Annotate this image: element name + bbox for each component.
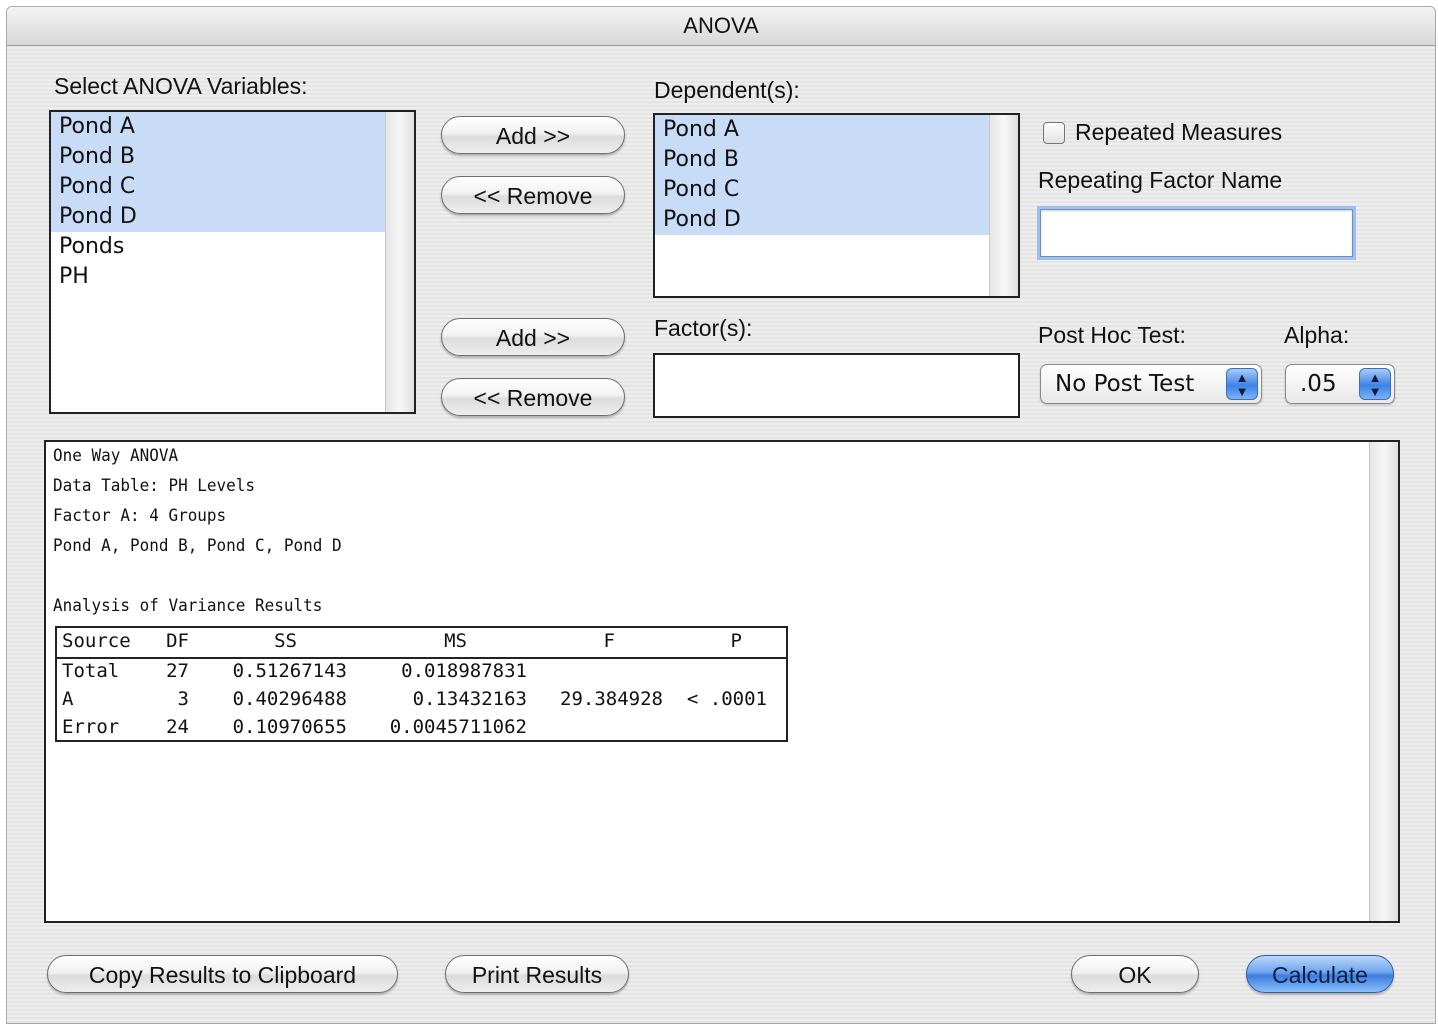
alpha-select[interactable]: .05 ▲ ▼ [1285,364,1395,404]
list-item[interactable]: Pond D [655,205,990,235]
list-item[interactable]: Pond A [655,115,990,145]
table-cell: 0.40296488 [232,688,347,710]
repeating-factor-name-input[interactable] [1040,209,1353,257]
repeated-measures-label: Repeated Measures [1075,119,1283,145]
updown-arrows-icon: ▲ ▼ [1226,368,1258,400]
add-dependent-button[interactable]: Add >> [441,116,625,154]
table-cell: 0.13432163 [412,688,527,710]
table-header-cell: DF [166,630,189,652]
post-hoc-select[interactable]: No Post Test ▲ ▼ [1040,364,1262,404]
list-item[interactable]: Pond A [51,112,386,142]
ok-button[interactable]: OK [1071,955,1199,993]
list-item[interactable]: Pond B [655,145,990,175]
result-line: Pond A, Pond B, Pond C, Pond D [53,536,342,556]
table-cell: 0.0045711062 [389,716,527,738]
factors-label: Factor(s): [654,315,753,341]
list-item[interactable]: Pond D [51,202,386,232]
repeated-measures-checkbox[interactable] [1043,122,1065,144]
variables-label: Select ANOVA Variables: [54,73,308,99]
results-text-area[interactable]: One Way ANOVA Data Table: PH Levels Factor… [44,440,1400,923]
dependents-list[interactable]: Pond A Pond B Pond C Pond D [653,113,1020,298]
table-header-cell: P [730,630,742,652]
factors-list[interactable] [653,353,1020,418]
result-line: Analysis of Variance Results [53,596,323,616]
list-item[interactable]: PH [51,262,386,292]
copy-results-button[interactable]: Copy Results to Clipboard [47,955,398,993]
table-cell: 29.384928 [560,688,663,710]
alpha-value: .05 [1300,371,1337,397]
table-header-cell: F [603,630,615,652]
result-line: Factor A: 4 Groups [53,506,227,526]
anova-dialog: ANOVA Select ANOVA Variables: Pond A Pond… [6,6,1436,1024]
dependents-scrollbar[interactable] [989,115,1018,296]
updown-arrows-icon: ▲ ▼ [1359,368,1391,400]
variables-list[interactable]: Pond A Pond B Pond C Pond D Ponds PH [49,110,416,414]
repeating-factor-name-label: Repeating Factor Name [1038,167,1283,193]
remove-dependent-button[interactable]: << Remove [441,176,625,214]
table-cell: < .0001 [686,688,767,710]
list-item[interactable]: Ponds [51,232,386,262]
table-cell: 24 [166,716,189,738]
table-header-cell: Source [62,630,131,652]
table-cell: 0.018987831 [401,660,527,682]
table-cell: A [62,688,74,710]
result-line: Data Table: PH Levels [53,476,256,496]
dependents-label: Dependent(s): [654,77,800,103]
table-header-cell: SS [274,630,297,652]
list-item[interactable]: Pond B [51,142,386,172]
list-item[interactable]: Pond C [51,172,386,202]
alpha-label: Alpha: [1284,322,1350,348]
result-line: One Way ANOVA [53,446,179,466]
post-hoc-label: Post Hoc Test: [1038,322,1186,348]
table-cell: 27 [166,660,189,682]
add-factor-button[interactable]: Add >> [441,318,625,356]
table-header-cell: MS [444,630,467,652]
table-cell: 0.10970655 [232,716,347,738]
anova-results-table: Source DF SS MS F P Total 27 0.51267143 0.0189878… [55,626,788,742]
calculate-button[interactable]: Calculate [1246,955,1394,993]
table-header-divider [57,657,786,659]
table-cell: Error [62,716,120,738]
results-scrollbar[interactable] [1369,442,1398,921]
table-cell: Total [62,660,120,682]
variables-scrollbar[interactable] [385,112,414,412]
table-cell: 3 [177,688,189,710]
list-item[interactable]: Pond C [655,175,990,205]
remove-factor-button[interactable]: << Remove [441,378,625,416]
table-cell: 0.51267143 [232,660,347,682]
post-hoc-value: No Post Test [1055,371,1195,397]
window-title: ANOVA [7,7,1435,46]
print-results-button[interactable]: Print Results [445,955,629,993]
